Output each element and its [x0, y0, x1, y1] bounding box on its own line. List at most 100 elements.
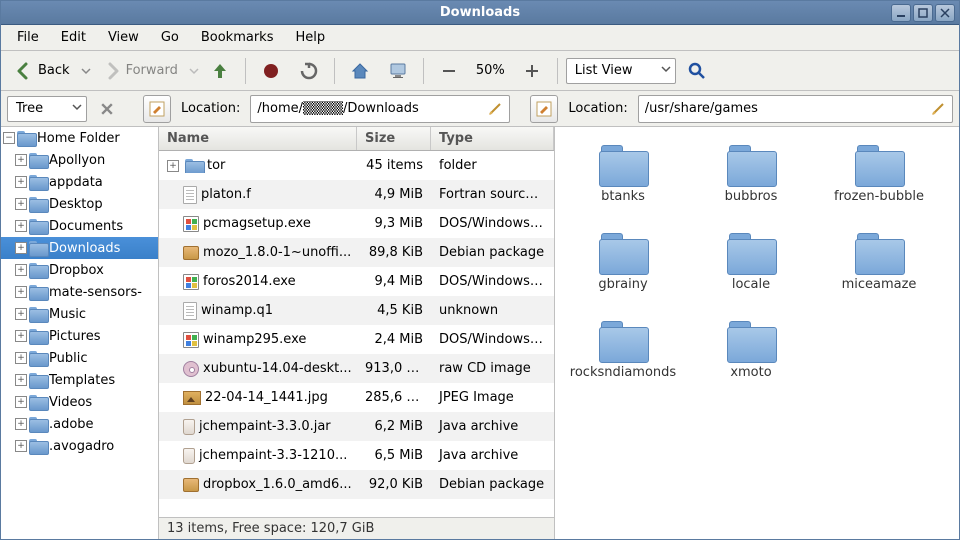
maximize-button[interactable] [913, 4, 933, 22]
icon-item[interactable]: frozen-bubble [819, 139, 939, 219]
tree-root-home[interactable]: − Home Folder [1, 127, 158, 149]
icon-item[interactable]: btanks [563, 139, 683, 219]
tree-item[interactable]: +Pictures [1, 325, 158, 347]
close-sidebar-button[interactable] [93, 95, 121, 123]
location-field-left[interactable] [250, 95, 510, 123]
exe-icon [183, 274, 199, 290]
expander-icon[interactable]: + [15, 308, 27, 320]
file-row[interactable]: jchempaint-3.3-1210...6,5 MiBJava archiv… [159, 441, 554, 470]
expander-icon[interactable]: + [15, 176, 27, 188]
icon-view-body[interactable]: btanksbubbrosfrozen-bubble gbrainylocalem… [555, 127, 959, 539]
expander-icon[interactable]: + [15, 198, 27, 210]
location-field-right[interactable] [638, 95, 953, 123]
file-row[interactable]: winamp.q14,5 KiBunknown [159, 296, 554, 325]
menu-help[interactable]: Help [285, 27, 335, 48]
expander-icon[interactable]: + [15, 154, 27, 166]
viewmode-select[interactable]: List View [566, 58, 676, 84]
clear-icon[interactable] [487, 101, 503, 117]
folder-icon [855, 145, 903, 185]
tree-item-label: Apollyon [49, 153, 105, 168]
icon-item[interactable]: xmoto [691, 315, 811, 395]
up-button[interactable] [203, 56, 237, 86]
file-row[interactable]: mozo_1.8.0-1~unoffi...89,8 KiBDebian pac… [159, 238, 554, 267]
close-button[interactable] [935, 4, 955, 22]
expander-icon[interactable]: − [3, 132, 15, 144]
expander-icon[interactable]: + [15, 440, 27, 452]
zoom-out-button[interactable] [432, 56, 466, 86]
back-label: Back [38, 63, 70, 78]
icon-pane-panel: btanksbubbrosfrozen-bubble gbrainylocalem… [555, 127, 959, 539]
tree-item[interactable]: +Videos [1, 391, 158, 413]
tree-item[interactable]: +Desktop [1, 193, 158, 215]
menu-bookmarks[interactable]: Bookmarks [191, 27, 284, 48]
edit-location-button-left[interactable] [143, 95, 171, 123]
zoom-in-button[interactable] [515, 56, 549, 86]
icon-item[interactable]: miceamaze [819, 227, 939, 307]
file-name: tor [207, 158, 225, 173]
jar-icon [183, 419, 195, 435]
forward-history-dropdown [189, 66, 199, 76]
expander-icon[interactable]: + [15, 242, 27, 254]
tree-item[interactable]: + .adobe [1, 413, 158, 435]
tree-item[interactable]: + Apollyon [1, 149, 158, 171]
file-row[interactable]: platon.f4,9 MiBFortran source co [159, 180, 554, 209]
expander-icon[interactable]: + [15, 418, 27, 430]
file-name: 22-04-14_1441.jpg [205, 390, 328, 405]
icon-item[interactable]: locale [691, 227, 811, 307]
column-type[interactable]: Type [431, 127, 554, 150]
file-row[interactable]: dropbox_1.6.0_amd6...92,0 KiBDebian pack… [159, 470, 554, 499]
file-row[interactable]: +tor45 itemsfolder [159, 151, 554, 180]
file-row[interactable]: foros2014.exe9,4 MiBDOS/Windows ex [159, 267, 554, 296]
file-size: 9,4 MiB [357, 274, 431, 289]
sidebar-mode-select[interactable]: Tree [7, 96, 87, 122]
search-button[interactable] [680, 56, 714, 86]
expander-icon[interactable]: + [15, 330, 27, 342]
file-row[interactable]: xubuntu-14.04-deskt...913,0 MiBraw CD im… [159, 354, 554, 383]
file-row[interactable]: 22-04-14_1441.jpg285,6 KiBJPEG Image [159, 383, 554, 412]
computer-button[interactable] [381, 56, 415, 86]
tree-item[interactable]: +appdata [1, 171, 158, 193]
tree-item[interactable]: +Music [1, 303, 158, 325]
file-list-body[interactable]: +tor45 itemsfolderplaton.f4,9 MiBFortran… [159, 151, 554, 517]
tree-item[interactable]: +Public [1, 347, 158, 369]
file-row[interactable]: pcmagsetup.exe9,3 MiBDOS/Windows ex [159, 209, 554, 238]
back-history-dropdown[interactable] [81, 66, 91, 76]
expander-icon[interactable]: + [15, 374, 27, 386]
home-button[interactable] [343, 56, 377, 86]
column-size[interactable]: Size [357, 127, 431, 150]
file-row[interactable]: jchempaint-3.3.0.jar6,2 MiBJava archive [159, 412, 554, 441]
expander-icon[interactable]: + [15, 220, 27, 232]
column-name[interactable]: Name [159, 127, 357, 150]
stop-button[interactable] [254, 56, 288, 86]
reload-button[interactable] [292, 56, 326, 86]
expander-icon[interactable]: + [15, 396, 27, 408]
minimize-button[interactable] [891, 4, 911, 22]
back-button[interactable]: Back [7, 56, 77, 86]
menu-edit[interactable]: Edit [51, 27, 96, 48]
location-input-right[interactable] [645, 96, 924, 122]
file-row[interactable]: winamp295.exe2,4 MiBDOS/Windows ex [159, 325, 554, 354]
tree-item-label: .adobe [49, 417, 94, 432]
menu-file[interactable]: File [7, 27, 49, 48]
tree-item[interactable]: +mate-sensors- [1, 281, 158, 303]
tree-item[interactable]: +Dropbox [1, 259, 158, 281]
file-type: DOS/Windows ex [431, 332, 554, 347]
tree-item[interactable]: +Templates [1, 369, 158, 391]
location-input-left[interactable] [257, 96, 481, 122]
expander-icon[interactable]: + [15, 352, 27, 364]
pkg-icon [183, 478, 199, 492]
menu-view[interactable]: View [98, 27, 149, 48]
icon-item[interactable]: rocksndiamonds [563, 315, 683, 395]
tree-item[interactable]: +Downloads [1, 237, 158, 259]
location-bar: Tree Location: Location: [1, 91, 959, 127]
menu-go[interactable]: Go [151, 27, 189, 48]
clear-icon[interactable] [930, 101, 946, 117]
tree-item[interactable]: +Documents [1, 215, 158, 237]
expander-icon[interactable]: + [15, 286, 27, 298]
expander-icon[interactable]: + [167, 160, 179, 172]
icon-item[interactable]: gbrainy [563, 227, 683, 307]
edit-location-button-right[interactable] [530, 95, 558, 123]
icon-item[interactable]: bubbros [691, 139, 811, 219]
expander-icon[interactable]: + [15, 264, 27, 276]
tree-item[interactable]: +.avogadro [1, 435, 158, 457]
